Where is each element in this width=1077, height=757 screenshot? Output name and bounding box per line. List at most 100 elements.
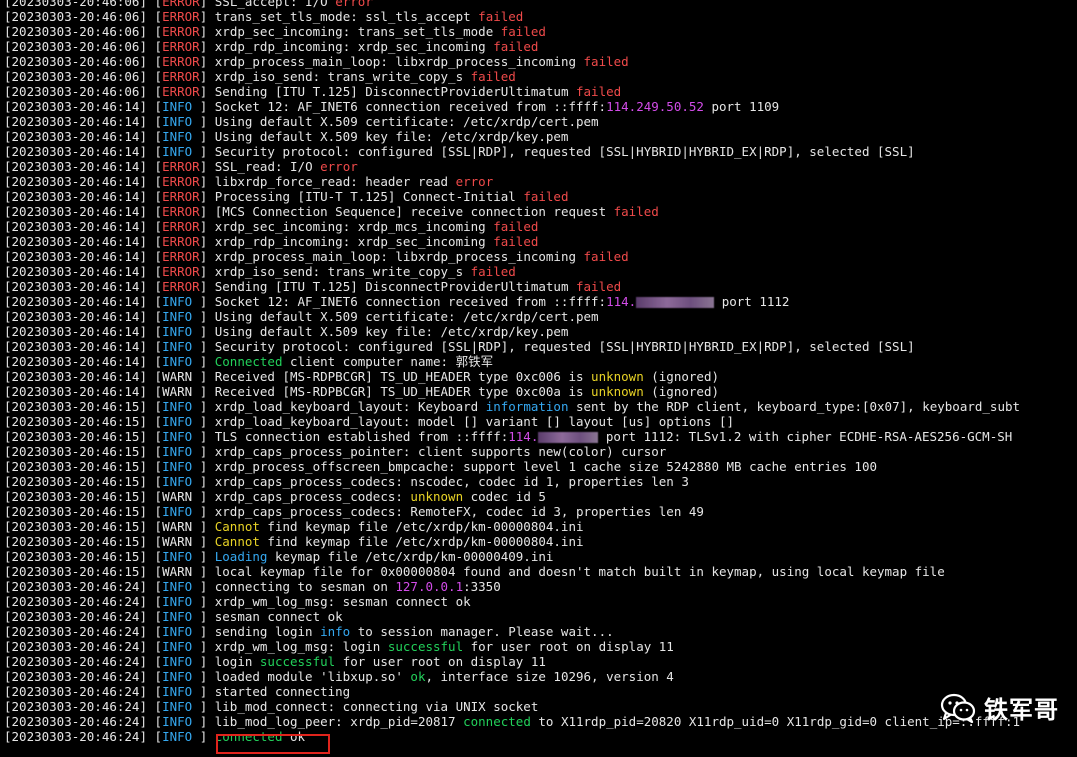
log-timestamp: [20230303-20:46:14] xyxy=(4,339,147,354)
log-line: [20230303-20:46:14] [INFO ] Security pro… xyxy=(4,144,915,159)
log-level: WARN xyxy=(162,384,193,399)
log-timestamp: [20230303-20:46:06] xyxy=(4,0,147,9)
log-line: [20230303-20:46:06] [ERROR] Sending [ITU… xyxy=(4,84,622,99)
log-line: [20230303-20:46:14] [WARN ] Received [MS… xyxy=(4,384,719,399)
log-level: ERROR xyxy=(162,234,200,249)
log-timestamp: [20230303-20:46:06] xyxy=(4,9,147,24)
log-text: Security protocol: configured [SSL|RDP],… xyxy=(214,144,915,159)
log-timestamp: [20230303-20:46:14] xyxy=(4,279,147,294)
log-level: INFO xyxy=(162,354,193,369)
log-timestamp: [20230303-20:46:14] xyxy=(4,354,147,369)
log-level: WARN xyxy=(162,534,193,549)
log-text: libxrdp_force_read: header read xyxy=(214,174,456,189)
log-timestamp: [20230303-20:46:06] xyxy=(4,69,147,84)
log-text: port 1109 xyxy=(703,99,780,114)
log-timestamp: [20230303-20:46:24] xyxy=(4,669,147,684)
log-text: login xyxy=(214,654,260,669)
log-timestamp: [20230303-20:46:15] xyxy=(4,429,147,444)
log-level: ERROR xyxy=(162,279,200,294)
log-line: [20230303-20:46:06] [ERROR] xrdp_sec_inc… xyxy=(4,24,546,39)
log-text: xrdp_load_keyboard_layout: model [] vari… xyxy=(214,414,735,429)
log-text: :3350 xyxy=(463,579,501,594)
log-text: keymap file /etc/xrdp/km-00000409.ini xyxy=(267,549,554,564)
log-level: WARN xyxy=(162,564,193,579)
log-line: [20230303-20:46:14] [ERROR] Sending [ITU… xyxy=(4,279,622,294)
log-text: Socket 12: AF_INET6 connection received … xyxy=(214,294,607,309)
log-line: [20230303-20:46:06] [ERROR] SSL_accept: … xyxy=(4,0,1077,9)
log-text: port 1112 xyxy=(714,294,790,309)
log-timestamp: [20230303-20:46:15] xyxy=(4,399,147,414)
log-text: xrdp_rdp_incoming: xrdp_sec_incoming xyxy=(214,39,494,54)
log-line: [20230303-20:46:15] [INFO ] xrdp_caps_pr… xyxy=(4,474,689,489)
redacted-ip xyxy=(538,432,599,443)
log-text: xrdp_wm_log_msg: sesman connect ok xyxy=(214,594,471,609)
log-timestamp: [20230303-20:46:15] xyxy=(4,444,147,459)
log-text: xrdp_iso_send: trans_write_copy_s xyxy=(214,264,471,279)
log-timestamp: [20230303-20:46:14] xyxy=(4,114,147,129)
log-text: local keymap file for 0x00000804 found a… xyxy=(214,564,945,579)
log-text: trans_set_tls_mode: ssl_tls_accept xyxy=(214,9,479,24)
log-level: INFO xyxy=(162,474,193,489)
log-line: [20230303-20:46:14] [ERROR] xrdp_rdp_inc… xyxy=(4,234,539,249)
log-timestamp: [20230303-20:46:15] xyxy=(4,459,147,474)
log-text: failed xyxy=(576,279,622,294)
log-text: codec id 5 xyxy=(463,489,546,504)
log-level: INFO xyxy=(162,729,193,744)
log-text: xrdp_sec_incoming: xrdp_mcs_incoming xyxy=(214,219,494,234)
log-line: [20230303-20:46:15] [WARN ] local keymap… xyxy=(4,564,945,579)
log-level: ERROR xyxy=(162,39,200,54)
log-text: failed xyxy=(576,84,622,99)
log-text: connected xyxy=(214,729,283,744)
log-timestamp: [20230303-20:46:24] xyxy=(4,714,147,729)
log-timestamp: [20230303-20:46:14] xyxy=(4,249,147,264)
log-line: [20230303-20:46:24] [INFO ] connecting t… xyxy=(4,579,501,594)
log-text: xrdp_caps_process_codecs: nscodec, codec… xyxy=(214,474,689,489)
log-line: [20230303-20:46:06] [ERROR] xrdp_iso_sen… xyxy=(4,69,516,84)
log-text: xrdp_caps_process_pointer: client suppor… xyxy=(214,444,667,459)
log-level: INFO xyxy=(162,594,193,609)
log-line: [20230303-20:46:14] [ERROR] xrdp_iso_sen… xyxy=(4,264,516,279)
log-level: INFO xyxy=(162,114,193,129)
log-text: 127.0.0.1 xyxy=(395,579,464,594)
log-line: [20230303-20:46:15] [INFO ] xrdp_load_ke… xyxy=(4,399,1021,414)
log-text: successful xyxy=(259,654,336,669)
log-level: INFO xyxy=(162,504,193,519)
log-timestamp: [20230303-20:46:24] xyxy=(4,729,147,744)
log-timestamp: [20230303-20:46:14] xyxy=(4,264,147,279)
log-line: [20230303-20:46:24] [INFO ] loaded modul… xyxy=(4,669,674,684)
log-text: (ignored) xyxy=(643,384,719,399)
log-timestamp: [20230303-20:46:15] xyxy=(4,534,147,549)
log-timestamp: [20230303-20:46:14] xyxy=(4,159,147,174)
log-text: failed xyxy=(493,219,539,234)
wechat-icon xyxy=(940,693,976,723)
log-level: INFO xyxy=(162,699,193,714)
terminal-window[interactable]: [20230303-20:46:06] [ERROR] SSL_accept: … xyxy=(0,0,1077,757)
log-level: INFO xyxy=(162,624,193,639)
log-level: INFO xyxy=(162,414,193,429)
log-level: INFO xyxy=(162,129,193,144)
log-text: xrdp_caps_process_codecs: xyxy=(214,489,411,504)
log-text: Received [MS-RDPBCGR] TS_UD_HEADER type … xyxy=(214,384,592,399)
log-line: [20230303-20:46:15] [WARN ] xrdp_caps_pr… xyxy=(4,489,546,504)
log-line: [20230303-20:46:24] [INFO ] xrdp_wm_log_… xyxy=(4,639,674,654)
log-text: connecting to sesman on xyxy=(214,579,396,594)
log-text: xrdp_wm_log_msg: login xyxy=(214,639,388,654)
log-level: ERROR xyxy=(162,264,200,279)
log-text: Using default X.509 certificate: /etc/xr… xyxy=(214,114,599,129)
log-level: INFO xyxy=(162,429,193,444)
log-line: [20230303-20:46:14] [ERROR] Processing [… xyxy=(4,189,569,204)
log-line: [20230303-20:46:15] [INFO ] TLS connecti… xyxy=(4,429,1013,444)
log-line: [20230303-20:46:24] [INFO ] xrdp_wm_log_… xyxy=(4,594,471,609)
log-level: ERROR xyxy=(162,84,200,99)
log-timestamp: [20230303-20:46:14] xyxy=(4,129,147,144)
log-timestamp: [20230303-20:46:24] xyxy=(4,594,147,609)
log-line: [20230303-20:46:14] [INFO ] Using defaul… xyxy=(4,309,599,324)
log-text: information xyxy=(485,399,569,414)
log-level: INFO xyxy=(162,324,193,339)
log-text: for user root on display 11 xyxy=(335,654,546,669)
log-text: sending login xyxy=(214,624,321,639)
log-text: xrdp_process_main_loop: libxrdp_process_… xyxy=(214,249,584,264)
log-text: connected xyxy=(463,714,531,729)
log-text: TLS connection established from ::ffff: xyxy=(214,429,509,444)
log-text: Cannot xyxy=(214,519,260,534)
